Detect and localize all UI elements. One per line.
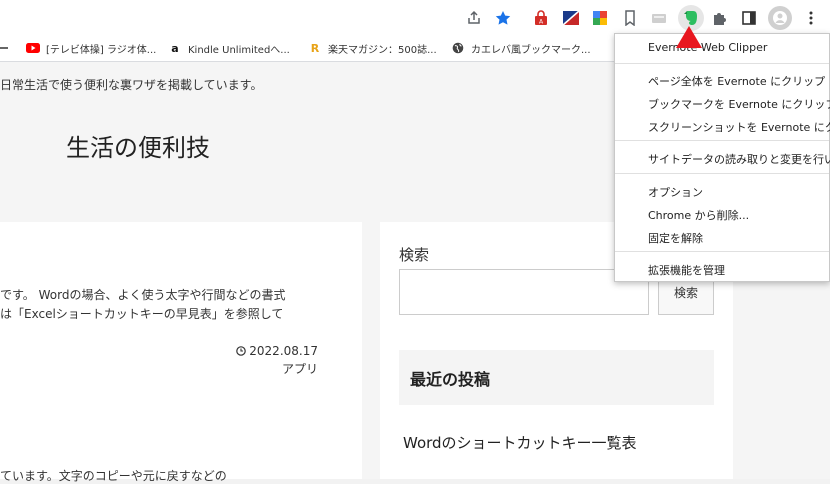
globe-icon: [451, 41, 465, 55]
recent-post-link[interactable]: Wordのショートカットキー一覧表: [403, 432, 637, 453]
extension-gray-icon[interactable]: [648, 7, 670, 29]
menu-item-manage[interactable]: 拡張機能を管理: [648, 262, 725, 278]
bookmark-item-radio-taiso[interactable]: [テレビ体操] ラジオ体...: [26, 40, 156, 56]
bookmark-item-cut[interactable]: [0, 40, 8, 56]
share-icon[interactable]: [463, 7, 485, 29]
site-tagline: 日常生活で使う便利な裏ワザを掲載しています。: [0, 78, 263, 92]
menu-item-clip-bookmark[interactable]: ブックマークを Evernote にクリップ: [648, 96, 830, 112]
sidepanel-icon[interactable]: [738, 7, 760, 29]
bookmark-item-kindle[interactable]: a Kindle Unlimitedへ...: [168, 40, 290, 56]
menu-separator: [615, 63, 829, 64]
article-excerpt-2: ています。文字のコピーや元に戻すなどの: [0, 469, 227, 483]
bookmark-item-kaereba[interactable]: カエレバ風ブックマーク...: [451, 40, 591, 56]
search-input[interactable]: [399, 269, 649, 315]
post-date-text: 2022.08.17: [249, 344, 318, 358]
menu-separator: [615, 140, 829, 141]
browser-toolbar: A: [0, 0, 830, 35]
kebab-menu-icon[interactable]: [800, 7, 822, 29]
profile-avatar[interactable]: [768, 6, 792, 30]
menu-item-header[interactable]: Evernote Web Clipper: [648, 41, 767, 54]
post-date: 2022.08.17: [236, 344, 318, 359]
menu-separator: [615, 173, 829, 174]
amazon-icon: a: [171, 41, 179, 55]
menu-item-clip-page[interactable]: ページ全体を Evernote にクリップ: [648, 73, 825, 89]
excerpt-line: です。 Wordの場合、よく使う太字や行間などの書式: [0, 288, 286, 302]
menu-item-options[interactable]: オプション: [648, 184, 703, 200]
recent-posts-title: 最近の投稿: [410, 370, 491, 389]
excerpt-line: は「Excelショートカットキーの早見表」を参照して: [0, 307, 284, 321]
extension-translate-icon[interactable]: [589, 7, 611, 29]
recent-posts-header: 最近の投稿: [399, 350, 714, 405]
menu-item-clip-screenshot[interactable]: スクリーンショットを Evernote にクリップ: [648, 119, 830, 135]
clock-icon: [236, 345, 247, 359]
extension-context-menu: Evernote Web Clipper ページ全体を Evernote にクリ…: [614, 33, 830, 282]
extension-flag-icon[interactable]: [560, 7, 582, 29]
menu-item-remove[interactable]: Chrome から削除...: [648, 207, 749, 223]
site-title[interactable]: 生活の便利技: [66, 128, 210, 163]
menu-item-unpin[interactable]: 固定を解除: [648, 230, 703, 246]
red-arrow-annotation: [676, 26, 702, 48]
bookmark-label: カエレバ風ブックマーク...: [471, 44, 591, 56]
extension-lastpass-icon[interactable]: A: [530, 7, 552, 29]
bookmark-label: Kindle Unlimitedへ...: [188, 44, 290, 56]
bookmark-item-rakuten[interactable]: R 楽天マガジン：500誌...: [308, 40, 437, 56]
star-icon[interactable]: [492, 7, 514, 29]
bookmark-label: [テレビ体操] ラジオ体...: [46, 44, 157, 56]
search-label: 検索: [399, 246, 430, 264]
article-excerpt: です。 Wordの場合、よく使う太字や行間などの書式 は「Excelショートカッ…: [0, 286, 285, 324]
puzzle-icon[interactable]: [709, 7, 731, 29]
menu-item-site-data[interactable]: サイトデータの読み取りと変更を行います: [648, 151, 830, 167]
bookmark-icon[interactable]: [619, 7, 641, 29]
youtube-icon: [26, 41, 40, 55]
menu-separator: [615, 251, 829, 252]
post-category[interactable]: アプリ: [282, 360, 318, 377]
rakuten-icon: R: [310, 41, 320, 55]
article-card: です。 Wordの場合、よく使う太字や行間などの書式 は「Excelショートカッ…: [0, 222, 362, 483]
bookmark-label: 楽天マガジン：500誌...: [328, 44, 437, 56]
